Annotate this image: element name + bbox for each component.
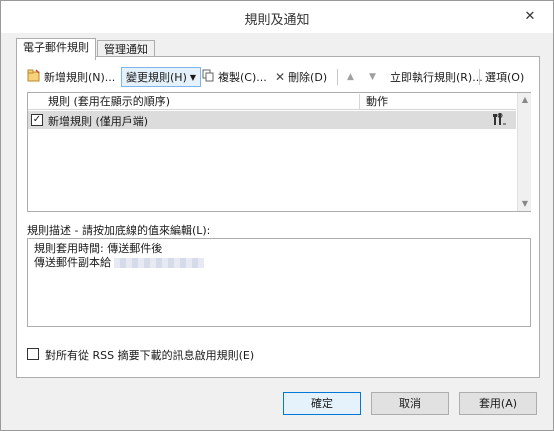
apply-button[interactable]: 套用(A) xyxy=(459,392,537,415)
arrow-up-icon: ▲ xyxy=(347,72,354,82)
scroll-up-arrow-icon[interactable]: ▲ xyxy=(518,93,532,107)
toolbar-separator xyxy=(337,69,338,85)
new-rule-button[interactable]: 新增規則(N)... xyxy=(27,67,115,87)
rule-name: 新增規則 (僅用戶端) xyxy=(48,115,149,128)
run-rules-now-button[interactable]: 立即執行規則(R)... xyxy=(390,67,483,87)
options-label: 選項(O) xyxy=(485,71,525,84)
new-rule-label: 新增規則(N)... xyxy=(44,71,116,84)
rule-row[interactable]: ✓ 新增規則 (僅用戶端) xyxy=(28,111,516,129)
rules-list-scrollbar[interactable]: ▲ ▼ xyxy=(517,93,531,211)
rss-rules-label: 對所有從 RSS 摘要下載的訊息啟用規則(E) xyxy=(45,349,255,362)
run-rules-now-label: 立即執行規則(R)... xyxy=(390,71,483,84)
email-rules-panel: 新增規則(N)... 變更規則(H) ▼ 複製(C)... ✕ 刪除(D) ▲ … xyxy=(16,56,540,378)
rules-and-alerts-dialog: 規則及通知 ✕ 電子郵件規則 管理通知 新增規則(N)... 變更規則(H) ▼ xyxy=(0,0,554,431)
redacted-recipient[interactable] xyxy=(114,258,204,268)
tab-email-rules[interactable]: 電子郵件規則 xyxy=(16,38,96,60)
rule-enabled-checkbox[interactable]: ✓ xyxy=(31,114,43,126)
close-button[interactable]: ✕ xyxy=(517,5,543,27)
dropdown-arrow-icon: ▼ xyxy=(189,72,197,82)
rule-description-label: 規則描述 - 請按加底線的值來編輯(L): xyxy=(27,224,211,237)
rule-description-box[interactable]: 規則套用時間: 傳送郵件後 傳送郵件副本給 xyxy=(27,238,531,327)
copy-label: 複製(C)... xyxy=(218,71,267,84)
ok-button[interactable]: 確定 xyxy=(283,392,361,415)
new-rule-icon xyxy=(27,68,41,86)
column-header-action[interactable]: 動作 xyxy=(360,94,516,110)
move-up-button[interactable]: ▲ xyxy=(347,67,354,87)
wrench-screwdriver-icon xyxy=(492,113,508,129)
move-down-button[interactable]: ▼ xyxy=(369,67,376,87)
column-header-rule[interactable]: 規則 (套用在顯示的順序) xyxy=(42,94,360,110)
delete-x-icon: ✕ xyxy=(275,70,286,84)
tab-manage-alerts-label: 管理通知 xyxy=(104,43,148,56)
delete-button[interactable]: ✕ 刪除(D) xyxy=(275,67,327,87)
column-header-rule-label: 規則 (套用在顯示的順序) xyxy=(48,95,171,108)
description-line: 傳送郵件副本給 xyxy=(34,256,111,269)
change-rule-label: 變更規則(H) xyxy=(126,71,187,84)
dialog-title: 規則及通知 xyxy=(244,13,310,28)
rules-list[interactable]: 規則 (套用在顯示的順序) 動作 ✓ 新增規則 (僅用戶端) ▲ ▼ xyxy=(27,92,531,212)
cancel-button[interactable]: 取消 xyxy=(371,392,449,415)
title-bar: 規則及通知 ✕ xyxy=(1,1,553,33)
tab-email-rules-label: 電子郵件規則 xyxy=(23,41,89,54)
rss-rules-checkbox[interactable] xyxy=(27,348,39,360)
close-icon: ✕ xyxy=(524,8,536,24)
arrow-down-icon: ▼ xyxy=(369,72,376,82)
description-line-send-copy: 傳送郵件副本給 xyxy=(34,256,524,270)
delete-label: 刪除(D) xyxy=(288,71,328,84)
copy-button[interactable]: 複製(C)... xyxy=(202,67,267,87)
scroll-down-arrow-icon[interactable]: ▼ xyxy=(518,197,532,211)
column-header-action-label: 動作 xyxy=(366,95,388,108)
change-rule-button[interactable]: 變更規則(H) ▼ xyxy=(121,67,202,87)
copy-icon xyxy=(202,69,215,85)
description-line: 規則套用時間: 傳送郵件後 xyxy=(34,242,163,255)
rules-list-header: 規則 (套用在顯示的順序) 動作 xyxy=(28,93,516,110)
toolbar-separator xyxy=(479,69,480,85)
options-button[interactable]: 選項(O) xyxy=(485,67,524,87)
